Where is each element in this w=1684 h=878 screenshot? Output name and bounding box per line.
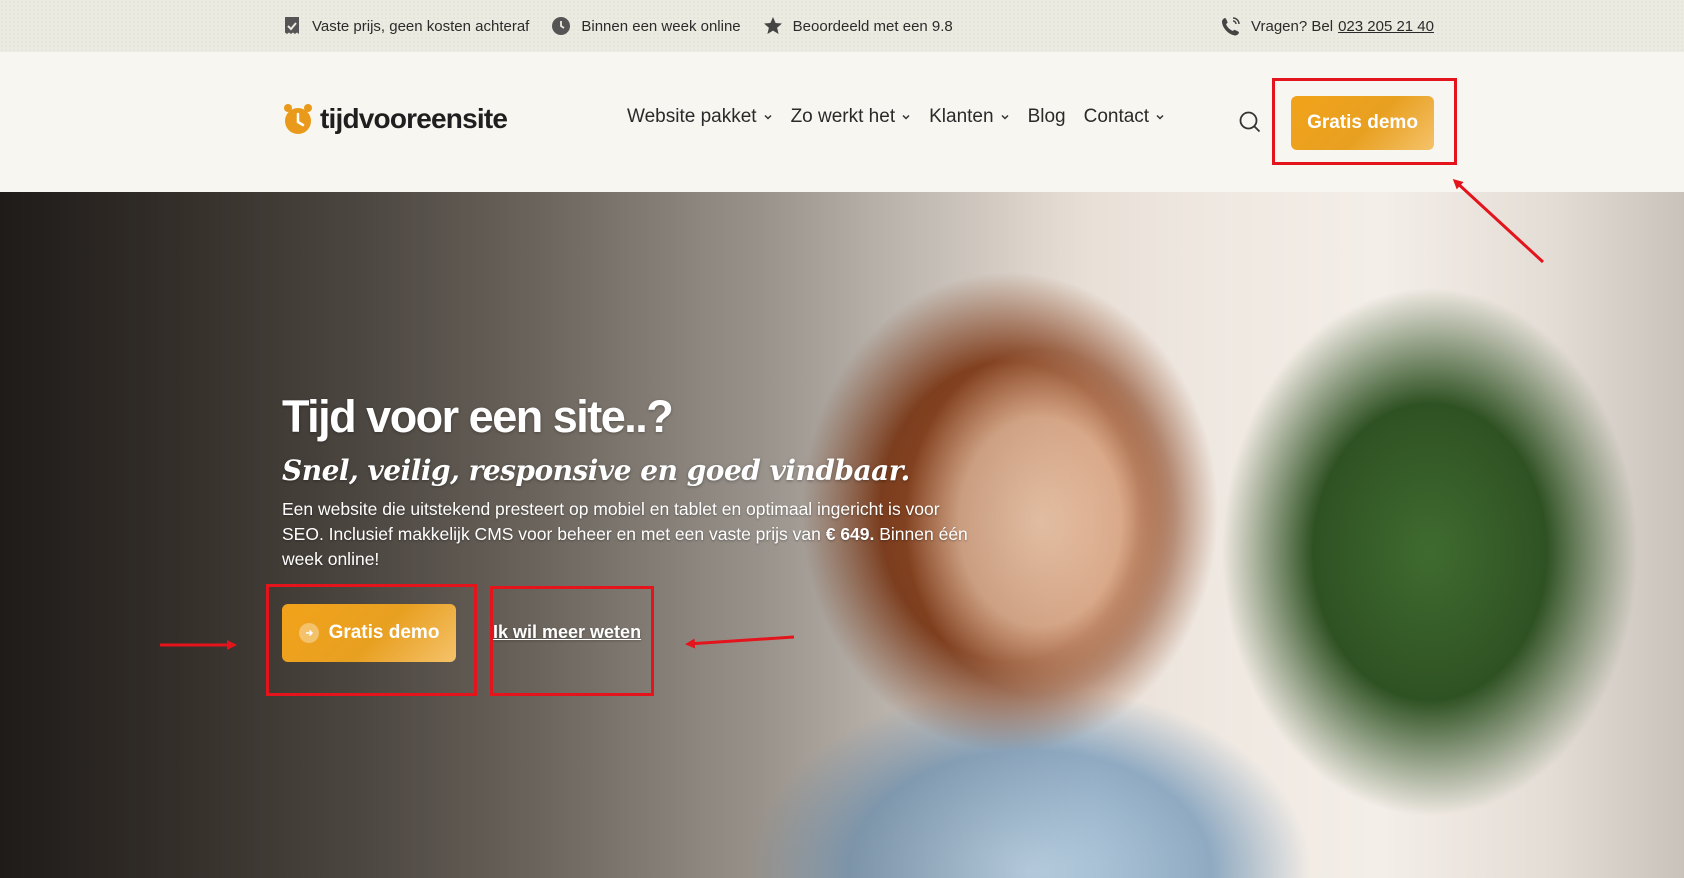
- usp-rating: Beoordeeld met een 9.8: [763, 16, 953, 36]
- receipt-check-icon: [282, 16, 302, 36]
- nav-item-blog[interactable]: Blog: [1028, 106, 1066, 128]
- hero-content: Tijd voor een site..? Snel, veilig, resp…: [282, 392, 1002, 573]
- phone-icon: [1221, 16, 1241, 36]
- hero-section: Tijd voor een site..? Snel, veilig, resp…: [0, 192, 1684, 878]
- usp-label: Beoordeeld met een 9.8: [792, 17, 953, 35]
- usp-one-week: Binnen een week online: [551, 16, 741, 36]
- chevron-down-icon: [1155, 112, 1165, 122]
- logo[interactable]: tijdvooreensite: [282, 102, 508, 136]
- alarm-clock-icon: [282, 102, 314, 136]
- chevron-down-icon: [901, 112, 911, 122]
- nav-item-label: Blog: [1027, 106, 1066, 127]
- nav-item-zo-werkt-het[interactable]: Zo werkt het: [791, 106, 912, 128]
- nav-item-label: Contact: [1083, 106, 1150, 127]
- hero-title: Tijd voor een site..?: [282, 391, 674, 442]
- top-bar-phone: Vragen? Bel 023 205 21 40: [1221, 16, 1434, 36]
- nav-item-label: Klanten: [929, 106, 994, 127]
- main-nav: Website pakket Zo werkt het Klanten Blog…: [627, 106, 1183, 128]
- usp-label: Binnen een week online: [581, 17, 741, 35]
- top-bar-content: Vaste prijs, geen kosten achteraf Binnen…: [282, 0, 1434, 52]
- search-icon[interactable]: [1238, 110, 1262, 134]
- nav-item-contact[interactable]: Contact: [1084, 106, 1165, 128]
- chevron-down-icon: [1000, 112, 1010, 122]
- nav-item-label: Website pakket: [627, 106, 757, 127]
- clock-icon: [551, 16, 571, 36]
- chevron-down-icon: [763, 112, 773, 122]
- hero-subtitle: Snel, veilig, responsive en goed vindbaa…: [282, 453, 910, 487]
- hero-demo-label: Gratis demo: [328, 622, 440, 643]
- usp-label: Vaste prijs, geen kosten achteraf: [312, 17, 530, 35]
- hero-demo-button[interactable]: Gratis demo: [282, 604, 456, 662]
- star-icon: [763, 16, 783, 36]
- nav-item-label: Zo werkt het: [790, 106, 896, 127]
- header-demo-button[interactable]: Gratis demo: [1291, 96, 1434, 150]
- arrow-right-circle-icon: [298, 623, 319, 643]
- usp-fixed-price: Vaste prijs, geen kosten achteraf: [282, 16, 529, 36]
- logo-text: tijdvooreensite: [320, 103, 508, 134]
- hero-price: € 649.: [825, 523, 875, 544]
- site-header: tijdvooreensite Website pakket Zo werkt …: [0, 52, 1684, 192]
- phone-prefix: Vragen? Bel: [1251, 17, 1334, 35]
- nav-item-klanten[interactable]: Klanten: [929, 106, 1009, 128]
- top-bar: Vaste prijs, geen kosten achteraf Binnen…: [0, 0, 1684, 52]
- phone-number-link[interactable]: 023 205 21 40: [1338, 18, 1434, 35]
- hero-description: Een website die uitstekend presteert op …: [282, 497, 982, 573]
- learn-more-link[interactable]: Ik wil meer weten: [493, 622, 641, 643]
- nav-item-website-pakket[interactable]: Website pakket: [627, 106, 773, 128]
